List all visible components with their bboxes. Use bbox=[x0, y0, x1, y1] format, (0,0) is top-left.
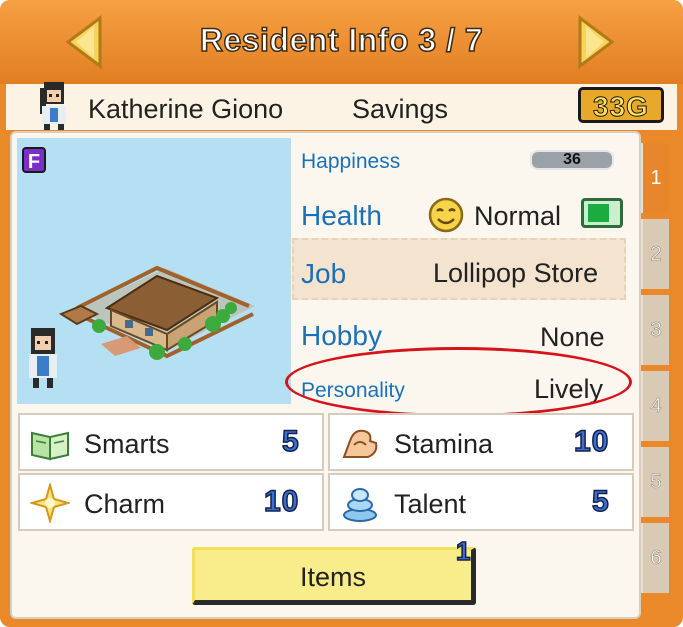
hobby-label: Hobby bbox=[301, 320, 382, 351]
battery-fill bbox=[588, 204, 609, 222]
stat-cell-talent: Talent 5 bbox=[328, 473, 634, 531]
savings-value: 33G bbox=[578, 87, 664, 123]
stat-label: Stamina bbox=[394, 429, 494, 459]
right-arrow-icon[interactable] bbox=[576, 14, 616, 70]
health-value: Normal bbox=[474, 201, 562, 231]
resident-sprite bbox=[29, 328, 57, 388]
happiness-value: 36 bbox=[563, 151, 581, 168]
home-scene-image bbox=[17, 138, 291, 404]
page-tabs: 1 2 3 4 5 6 bbox=[641, 143, 669, 598]
stat-value: 10 bbox=[573, 424, 610, 459]
stat-label: Talent bbox=[394, 489, 467, 519]
stat-cell-stamina: Stamina 10 bbox=[328, 413, 634, 471]
sparkle-icon bbox=[30, 483, 70, 523]
resident-avatar-icon bbox=[40, 82, 66, 130]
page-tab-1[interactable]: 1 bbox=[641, 143, 669, 213]
happiness-label: Happiness bbox=[301, 150, 401, 173]
items-button[interactable]: Items bbox=[192, 547, 476, 605]
stat-value: 5 bbox=[281, 424, 300, 459]
page-tab-5[interactable]: 5 bbox=[641, 447, 669, 517]
items-count-badge: 1 bbox=[455, 535, 471, 567]
savings-label: Savings bbox=[352, 94, 449, 124]
page-tab-3[interactable]: 3 bbox=[641, 295, 669, 365]
hobby-value: None bbox=[540, 322, 605, 352]
job-value: Lollipop Store bbox=[433, 258, 599, 288]
talent-swirl-icon bbox=[343, 488, 377, 522]
smiley-face-icon bbox=[428, 197, 464, 233]
rank-badge: F bbox=[22, 147, 46, 173]
muscle-arm-icon bbox=[342, 429, 378, 458]
stat-label: Charm bbox=[84, 489, 166, 519]
house-illustration bbox=[29, 265, 255, 388]
page-tab-4[interactable]: 4 bbox=[641, 371, 669, 441]
stat-value: 5 bbox=[591, 484, 610, 519]
resident-info-window: Resident Info 3 / 7 Katherine Giono Savi… bbox=[0, 0, 683, 627]
page-tab-2[interactable]: 2 bbox=[641, 219, 669, 289]
personality-highlight-ellipse bbox=[285, 347, 632, 417]
page-tab-6[interactable]: 6 bbox=[641, 523, 669, 593]
resident-name: Katherine Giono bbox=[88, 94, 284, 124]
book-icon bbox=[31, 431, 69, 461]
job-label: Job bbox=[301, 258, 347, 289]
health-label: Health bbox=[301, 200, 382, 231]
stat-cell-smarts: Smarts 5 bbox=[18, 413, 324, 471]
stat-cell-charm: Charm 10 bbox=[18, 473, 324, 531]
stat-label: Smarts bbox=[84, 429, 170, 459]
battery-icon bbox=[581, 198, 623, 228]
stat-value: 10 bbox=[263, 484, 300, 519]
